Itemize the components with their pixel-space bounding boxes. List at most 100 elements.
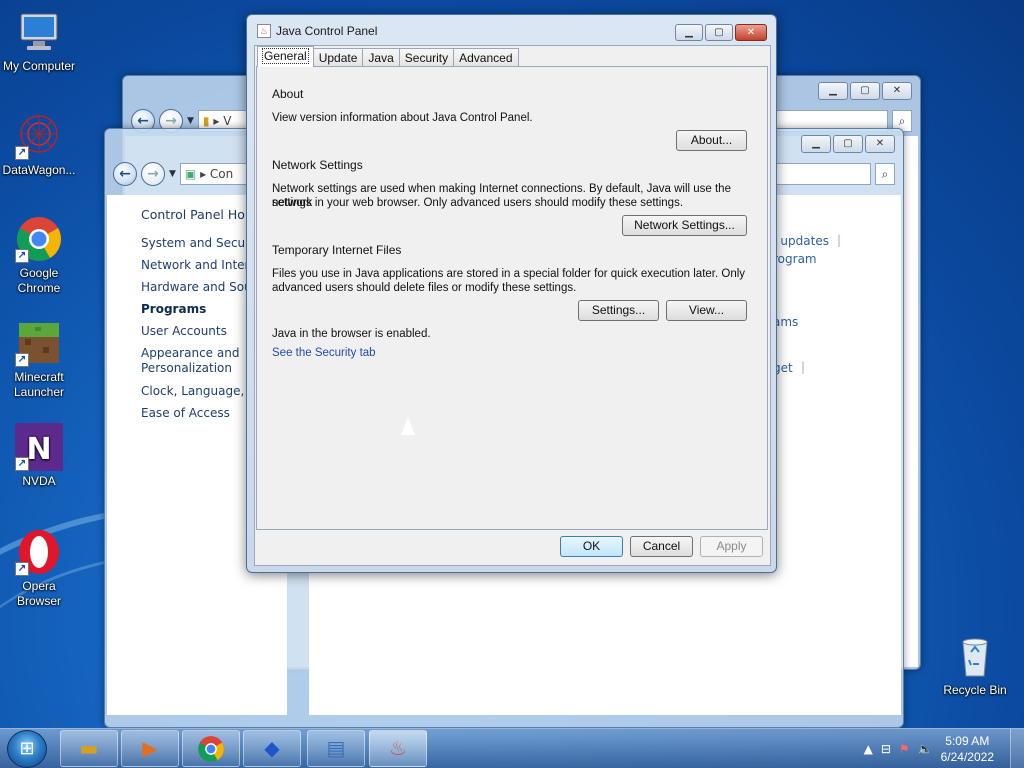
dialog-titlebar: ♨ Java Control Panel bbox=[257, 24, 377, 38]
temp-files-text-line2: advanced users should delete files or mo… bbox=[272, 282, 577, 294]
security-tab-link[interactable]: See the Security tab bbox=[272, 346, 376, 360]
control-panel-icon: ▤ bbox=[326, 736, 346, 760]
network-settings-button[interactable]: Network Settings... bbox=[622, 215, 747, 236]
taskbar-java-button[interactable]: ♨ bbox=[369, 730, 427, 767]
system-tray: ▲ ⊟ ⚑ 🔈 5:09 AM 6/24/2022 bbox=[864, 729, 994, 768]
link-updates[interactable]: d updates bbox=[769, 234, 829, 248]
mouse-cursor-icon bbox=[401, 417, 415, 435]
tab-security[interactable]: Security bbox=[398, 48, 455, 67]
close-button[interactable]: ✕ bbox=[735, 24, 767, 41]
java-icon: ♨ bbox=[389, 736, 407, 760]
chevron-down-icon[interactable]: ▼ bbox=[169, 169, 176, 179]
link-program[interactable]: rogram bbox=[773, 252, 817, 266]
folder-icon: ▮ bbox=[202, 114, 210, 128]
close-button[interactable]: ✕ bbox=[882, 82, 912, 100]
tab-java[interactable]: Java bbox=[362, 48, 400, 67]
desktop-icon-opera-browser[interactable]: ↗ Opera Browser bbox=[0, 528, 78, 609]
cancel-button[interactable]: Cancel bbox=[630, 536, 693, 557]
control-panel-icon: ▣ bbox=[184, 167, 197, 181]
minimize-button[interactable]: ▁ bbox=[675, 24, 703, 41]
shortcut-arrow-icon: ↗ bbox=[15, 457, 29, 471]
minecraft-icon: ↗ bbox=[15, 319, 63, 367]
taskbar-media-player-button[interactable]: ▶ bbox=[121, 730, 179, 767]
desktop-icon-recycle-bin[interactable]: Recycle Bin bbox=[936, 632, 1014, 698]
temp-files-settings-button[interactable]: Settings... bbox=[578, 300, 659, 321]
nvda-icon: N ↗ bbox=[15, 423, 63, 471]
window-controls: ▁ ▢ ✕ bbox=[818, 82, 912, 100]
general-tab-panel: About View version information about Jav… bbox=[256, 66, 768, 530]
browser-status-text: Java in the browser is enabled. bbox=[272, 328, 431, 340]
close-button[interactable]: ✕ bbox=[865, 135, 895, 153]
chrome-icon bbox=[198, 736, 224, 762]
taskbar: ⊞ ▬ ▶ ◆ ▤ ♨ ▲ ⊟ ⚑ 🔈 5:09 AM 6/24/2022 bbox=[0, 728, 1024, 768]
computer-icon bbox=[15, 8, 63, 56]
minimize-button[interactable]: ▁ bbox=[818, 82, 848, 100]
minimize-button[interactable]: ▁ bbox=[801, 135, 831, 153]
dialog-body: General Update Java Security Advanced Ab… bbox=[254, 45, 771, 566]
desktop-icon-label: NVDA bbox=[22, 474, 56, 488]
apply-button[interactable]: Apply bbox=[700, 536, 763, 557]
clock[interactable]: 5:09 AM 6/24/2022 bbox=[941, 733, 994, 765]
desktop-icon-label: My Computer bbox=[2, 59, 76, 73]
nav-appearance-and-personalization[interactable]: Appearance and Personalization bbox=[141, 346, 251, 376]
desktop-icon-label: DataWagon... bbox=[2, 163, 76, 177]
temp-files-heading: Temporary Internet Files bbox=[272, 243, 402, 257]
taskbar-chrome-button[interactable] bbox=[182, 730, 240, 767]
desktop-icon-label: Opera Browser bbox=[16, 579, 61, 608]
action-center-flag-icon[interactable]: ⚑ bbox=[899, 742, 910, 756]
desktop-icon-google-chrome[interactable]: ↗ Google Chrome bbox=[0, 215, 78, 296]
taskbar-control-panel-button[interactable]: ▤ bbox=[307, 730, 365, 767]
maximize-button[interactable]: ▢ bbox=[833, 135, 863, 153]
desktop-icon-label: Minecraft Launcher bbox=[13, 370, 65, 399]
tab-strip: General Update Java Security Advanced bbox=[257, 46, 519, 67]
svg-text:N: N bbox=[26, 432, 51, 467]
taskbar-explorer-button[interactable]: ▬ bbox=[60, 730, 118, 767]
window-controls: ▁ ▢ ✕ bbox=[801, 135, 895, 153]
tab-general[interactable]: General bbox=[257, 46, 314, 67]
shortcut-arrow-icon: ↗ bbox=[15, 562, 29, 576]
taskbar-blue-app-button[interactable]: ◆ bbox=[243, 730, 301, 767]
temp-files-text-line1: Files you use in Java applications are s… bbox=[272, 268, 746, 280]
about-text: View version information about Java Cont… bbox=[272, 112, 533, 124]
start-button[interactable]: ⊞ bbox=[7, 730, 47, 768]
network-text-line2: settings in your web browser. Only advan… bbox=[272, 197, 684, 209]
back-arrow-icon[interactable]: ← bbox=[113, 162, 137, 186]
desktop-icon-minecraft-launcher[interactable]: ↗ Minecraft Launcher bbox=[0, 319, 78, 400]
maximize-button[interactable]: ▢ bbox=[705, 24, 733, 41]
java-icon: ♨ bbox=[257, 24, 271, 38]
desktop-icon-my-computer[interactable]: My Computer bbox=[0, 8, 78, 74]
window-controls: ▁ ▢ ✕ bbox=[675, 24, 767, 41]
datawagon-icon: ↗ bbox=[15, 112, 63, 160]
show-desktop-button[interactable] bbox=[1010, 729, 1024, 768]
maximize-button[interactable]: ▢ bbox=[850, 82, 880, 100]
java-control-panel-dialog[interactable]: ♨ Java Control Panel ▁ ▢ ✕ General Updat… bbox=[246, 14, 777, 573]
shortcut-arrow-icon: ↗ bbox=[15, 353, 29, 367]
clock-time: 5:09 AM bbox=[945, 734, 990, 748]
network-icon[interactable]: ⊟ bbox=[881, 742, 891, 756]
forward-arrow-icon[interactable]: → bbox=[141, 162, 165, 186]
tab-update[interactable]: Update bbox=[312, 48, 364, 67]
desktop-icon-label: Google Chrome bbox=[17, 266, 61, 295]
temp-files-view-button[interactable]: View... bbox=[666, 300, 747, 321]
network-heading: Network Settings bbox=[272, 158, 363, 172]
desktop-icon-datawagon[interactable]: ↗ DataWagon... bbox=[0, 112, 78, 178]
shortcut-arrow-icon: ↗ bbox=[15, 249, 29, 263]
ok-button[interactable]: OK bbox=[560, 536, 623, 557]
address-text: Con bbox=[209, 167, 234, 181]
opera-icon: ↗ bbox=[15, 528, 63, 576]
show-hidden-icons-icon[interactable]: ▲ bbox=[864, 742, 873, 756]
chrome-icon: ↗ bbox=[15, 215, 63, 263]
volume-icon[interactable]: 🔈 bbox=[918, 742, 933, 756]
chevron-down-icon[interactable]: ▼ bbox=[187, 116, 194, 126]
dialog-title: Java Control Panel bbox=[276, 24, 378, 38]
blue-app-icon: ◆ bbox=[264, 736, 280, 760]
shortcut-arrow-icon: ↗ bbox=[15, 146, 29, 160]
tab-advanced[interactable]: Advanced bbox=[453, 48, 519, 67]
desktop-icon-label: Recycle Bin bbox=[943, 683, 1007, 697]
link-separator: | bbox=[801, 360, 806, 374]
address-text: V bbox=[223, 114, 232, 128]
desktop-icon-nvda[interactable]: N ↗ NVDA bbox=[0, 423, 78, 489]
about-button[interactable]: About... bbox=[676, 130, 747, 151]
search-icon[interactable]: ⌕ bbox=[875, 163, 895, 185]
media-player-icon: ▶ bbox=[142, 736, 158, 760]
